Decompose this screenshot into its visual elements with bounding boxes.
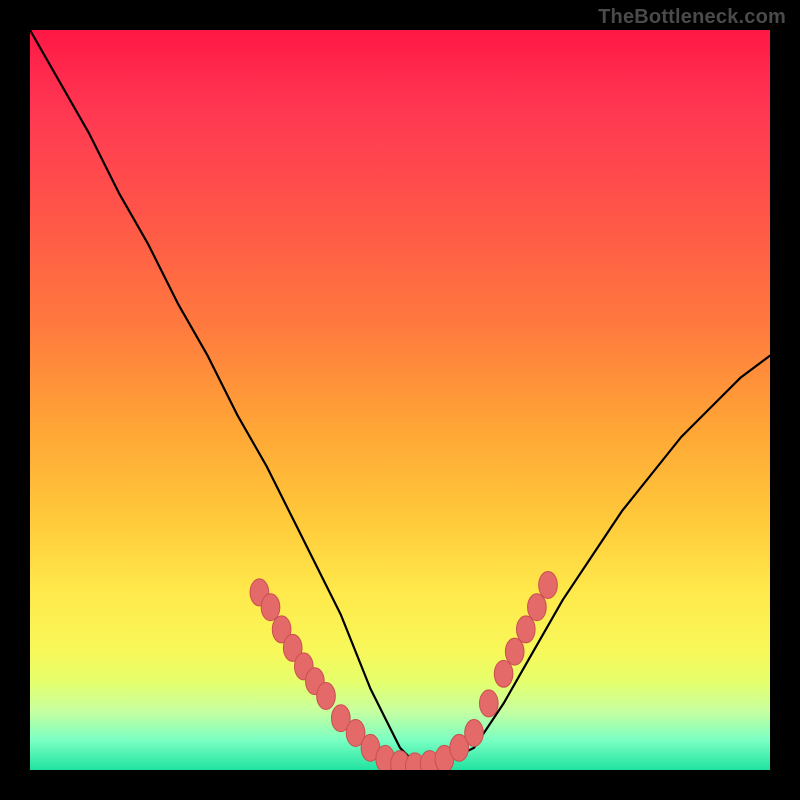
watermark-text: TheBottleneck.com: [598, 6, 786, 29]
data-marker: [317, 683, 336, 710]
data-marker: [516, 616, 535, 643]
bottleneck-curve: [30, 30, 770, 770]
chart-overlay: [30, 30, 770, 770]
data-marker: [528, 594, 547, 621]
data-marker: [494, 660, 513, 687]
data-marker: [505, 638, 524, 665]
data-marker: [465, 720, 484, 747]
data-marker: [261, 594, 280, 621]
chart-container: TheBottleneck.com: [0, 0, 800, 800]
marker-layer: [250, 572, 557, 770]
data-marker: [479, 690, 498, 717]
plot-area: [30, 30, 770, 770]
data-marker: [539, 572, 558, 599]
curve-layer: [30, 30, 770, 770]
